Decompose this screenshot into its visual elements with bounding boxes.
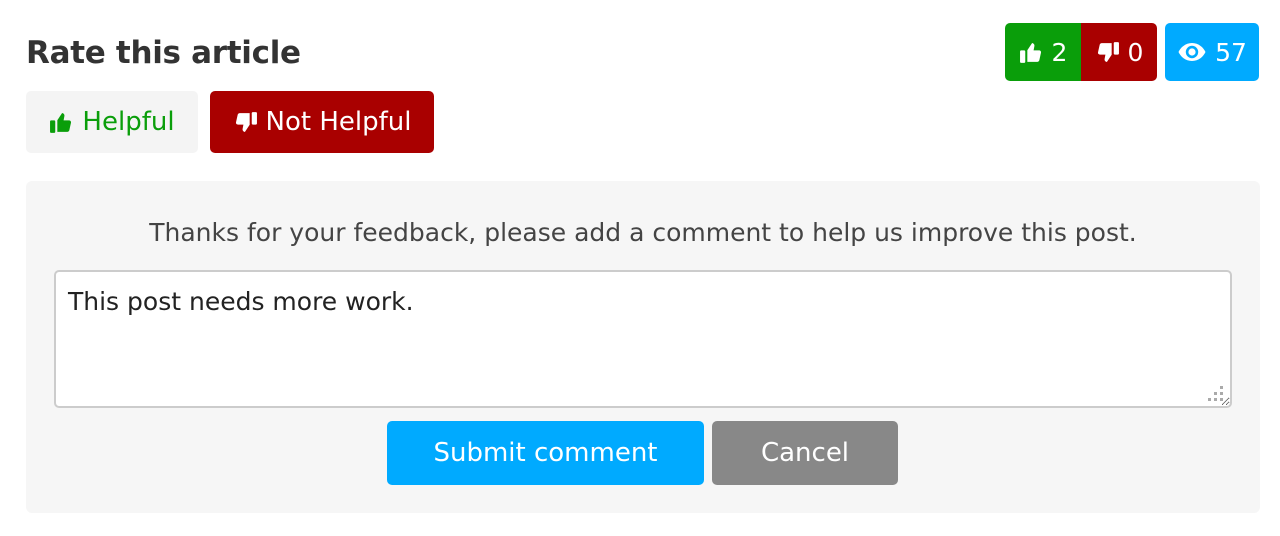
- helpful-button[interactable]: Helpful: [26, 91, 198, 153]
- views-count: 57: [1215, 37, 1247, 67]
- helpful-label: Helpful: [82, 107, 175, 137]
- feedback-message: Thanks for your feedback, please add a c…: [149, 218, 1137, 247]
- thumbs-down-icon: [1097, 41, 1119, 62]
- not-helpful-label: Not Helpful: [265, 107, 412, 137]
- not-helpful-button[interactable]: Not Helpful: [210, 91, 434, 153]
- thumbs-up-icon: [50, 112, 72, 133]
- dislikes-count: 0: [1127, 37, 1144, 67]
- article-stats: 2 0 57: [1005, 23, 1259, 81]
- thumbs-up-icon: [1019, 42, 1041, 63]
- eye-icon: [1178, 43, 1206, 61]
- resize-grip-icon[interactable]: [1208, 386, 1224, 402]
- cancel-button[interactable]: Cancel: [712, 421, 898, 485]
- thumbs-down-icon: [235, 111, 257, 132]
- submit-comment-button[interactable]: Submit comment: [387, 421, 704, 485]
- dislikes-counter: 0: [1081, 23, 1157, 81]
- feedback-panel: Thanks for your feedback, please add a c…: [26, 181, 1260, 513]
- page-title: Rate this article: [26, 35, 301, 71]
- comment-input[interactable]: [54, 270, 1232, 408]
- likes-counter: 2: [1005, 23, 1081, 81]
- views-counter: 57: [1165, 23, 1259, 81]
- likes-count: 2: [1051, 37, 1068, 67]
